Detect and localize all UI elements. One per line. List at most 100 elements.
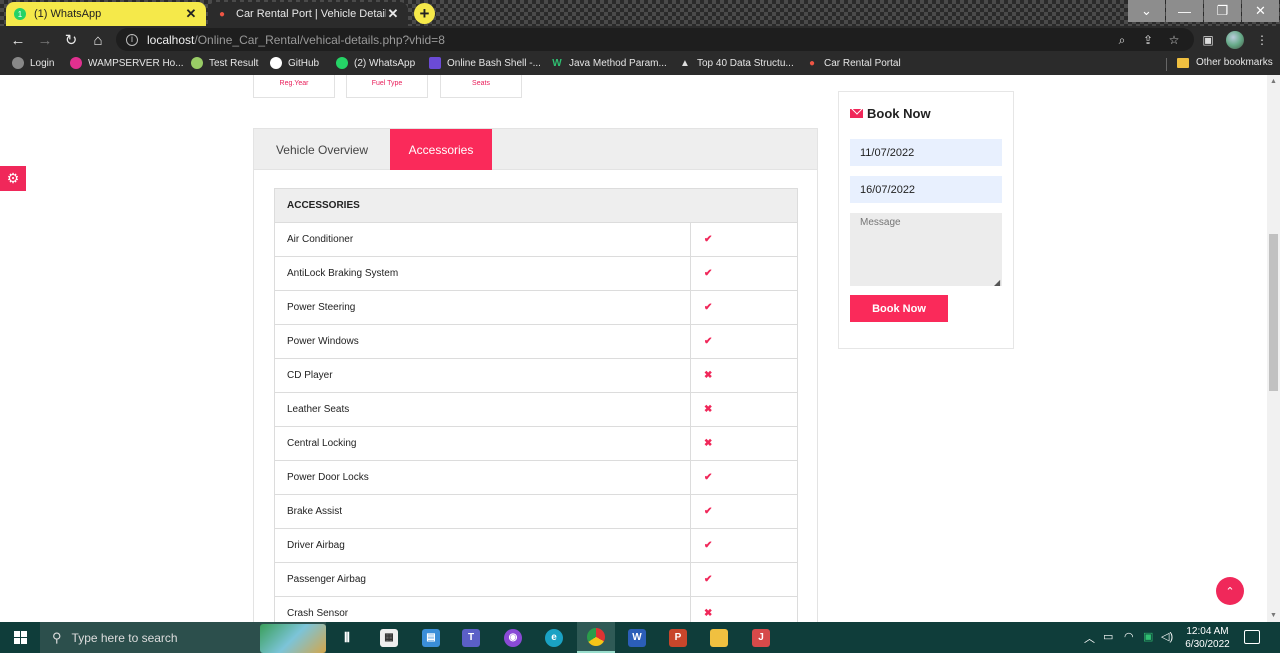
check-icon: ✔ <box>690 528 798 563</box>
tab-car-rental[interactable]: ● Car Rental Port | Vehicle Details ✕ <box>208 2 408 26</box>
close-window-button[interactable]: ✕ <box>1242 0 1279 22</box>
bookmark-test-result[interactable]: Test Result <box>191 57 258 69</box>
cross-icon: ✖ <box>690 358 798 393</box>
tab-vehicle-overview[interactable]: Vehicle Overview <box>254 129 390 170</box>
table-row: Driver Airbag ✔ <box>274 528 798 563</box>
url-path: /Online_Car_Rental/vehical-details.php?v… <box>194 32 445 47</box>
accessory-name: Power Windows <box>274 324 691 359</box>
table-row: Crash Sensor ✖ <box>274 596 798 622</box>
bookmark-wampserver[interactable]: WAMPSERVER Ho... <box>70 57 184 69</box>
page-viewport: Reg.Year Fuel Type Seats Vehicle Overvie… <box>0 75 1267 622</box>
restore-button[interactable]: ❐ <box>1204 0 1241 22</box>
powerpoint-icon[interactable]: P <box>659 622 697 653</box>
book-now-button[interactable]: Book Now <box>850 295 948 322</box>
back-to-top-button[interactable]: ⌃ <box>1216 577 1244 605</box>
star-icon[interactable]: ☆ <box>1166 32 1182 48</box>
notification-icon[interactable] <box>1244 630 1260 644</box>
table-row: Leather Seats ✖ <box>274 392 798 427</box>
vehicle-tabs: Vehicle Overview Accessories <box>253 128 818 170</box>
task-view-icon[interactable]: ⫴ <box>328 622 366 653</box>
folder-icon <box>1177 57 1189 68</box>
to-date-input[interactable] <box>850 176 1002 203</box>
scrollbar-thumb[interactable] <box>1269 234 1278 391</box>
mountain-icon: ▲ <box>680 57 690 69</box>
wamp-icon <box>70 57 82 69</box>
app-launcher-icon[interactable]: J <box>742 622 780 653</box>
from-date-input[interactable] <box>850 139 1002 166</box>
windows-taskbar: ⚲ Type here to search ⫴ ▦ ▤ T ◉ e W P J … <box>0 622 1280 653</box>
minimize-button[interactable]: — <box>1166 0 1203 22</box>
close-icon[interactable]: ✕ <box>386 6 400 22</box>
message-input[interactable] <box>850 213 1002 286</box>
check-icon: ✔ <box>690 324 798 359</box>
file-explorer-icon[interactable] <box>700 622 738 653</box>
table-row: Power Door Locks ✔ <box>274 460 798 495</box>
bookmark-whatsapp[interactable]: (2) WhatsApp <box>336 57 415 69</box>
bookmark-login[interactable]: Login <box>12 57 54 69</box>
tab-search-button[interactable]: ⌄ <box>1128 0 1165 22</box>
app-icon[interactable]: ▤ <box>412 622 450 653</box>
page-scrollbar[interactable]: ▲ ▼ <box>1267 75 1280 622</box>
reload-icon[interactable]: ↻ <box>62 31 80 49</box>
bookmark-data-structures[interactable]: ▲ Top 40 Data Structu... <box>679 57 794 69</box>
tray-app-icon[interactable]: ▣ <box>1143 630 1153 643</box>
other-bookmarks[interactable]: Other bookmarks <box>1177 57 1273 68</box>
gear-icon[interactable]: ⚙ <box>0 166 26 191</box>
profile-avatar[interactable] <box>1226 31 1244 49</box>
back-icon[interactable]: ← <box>9 31 27 49</box>
envelope-icon <box>850 109 863 118</box>
url-host: localhost <box>147 32 195 47</box>
word-icon[interactable]: W <box>618 622 656 653</box>
chrome-icon[interactable] <box>577 622 615 653</box>
taskbar-clock[interactable]: 12:04 AM 6/30/2022 <box>1180 625 1235 651</box>
spec-fuel-type: Fuel Type <box>346 75 428 98</box>
side-panel-icon[interactable]: ▣ <box>1200 32 1216 48</box>
bookmark-bash-shell[interactable]: Online Bash Shell -... <box>429 57 541 69</box>
battery-icon[interactable]: ▭ <box>1103 630 1113 643</box>
info-icon[interactable]: i <box>126 33 138 46</box>
start-button[interactable] <box>0 622 40 653</box>
address-bar[interactable]: i localhost/Online_Car_Rental/vehical-de… <box>116 28 1194 51</box>
volume-icon[interactable]: ◁) <box>1161 630 1173 643</box>
new-tab-button[interactable]: + <box>414 3 435 24</box>
scroll-down-icon[interactable]: ▼ <box>1270 612 1277 619</box>
check-icon: ✔ <box>690 494 798 529</box>
check-icon: ✔ <box>690 460 798 495</box>
search-placeholder: Type here to search <box>71 630 178 645</box>
share-icon[interactable]: ⇪ <box>1140 32 1156 48</box>
home-icon[interactable]: ⌂ <box>89 31 107 49</box>
bookmark-java-method[interactable]: W Java Method Param... <box>551 57 667 69</box>
table-header-row: ACCESSORIES <box>274 188 798 223</box>
table-row: Power Steering ✔ <box>274 290 798 325</box>
store-icon[interactable]: ▦ <box>370 622 408 653</box>
scroll-up-icon[interactable]: ▲ <box>1270 78 1277 85</box>
close-icon[interactable]: ✕ <box>184 6 198 22</box>
browser-toolbar: ← → ↻ ⌂ i localhost/Online_Car_Rental/ve… <box>0 26 1280 53</box>
table-row: Air Conditioner ✔ <box>274 222 798 257</box>
accessory-name: Passenger Airbag <box>274 562 691 597</box>
accessory-name: Power Door Locks <box>274 460 691 495</box>
taskbar-search[interactable]: ⚲ Type here to search <box>40 622 326 653</box>
test-icon <box>191 57 203 69</box>
menu-icon[interactable]: ⋮ <box>1254 32 1270 48</box>
forward-icon[interactable]: → <box>36 31 54 49</box>
zoom-icon[interactable]: ⌕ <box>1114 32 1130 48</box>
chevron-up-icon[interactable]: ︿ <box>1084 630 1095 646</box>
bookmark-github[interactable]: GitHub <box>270 57 319 69</box>
wifi-icon[interactable]: ◠ <box>1124 630 1134 643</box>
teams-icon[interactable]: T <box>452 622 490 653</box>
cross-icon: ✖ <box>690 596 798 622</box>
table-row: Central Locking ✖ <box>274 426 798 461</box>
tab-accessories[interactable]: Accessories <box>390 129 492 170</box>
bookmark-car-rental[interactable]: ● Car Rental Portal <box>806 57 901 69</box>
edge-icon[interactable]: e <box>535 622 573 653</box>
tab-title: (1) WhatsApp <box>34 8 102 20</box>
github-desktop-icon[interactable]: ◉ <box>494 622 532 653</box>
tab-whatsapp[interactable]: 1 (1) WhatsApp ✕ <box>6 2 206 26</box>
cross-icon: ✖ <box>690 392 798 427</box>
table-row: AntiLock Braking System ✔ <box>274 256 798 291</box>
spec-reg-year: Reg.Year <box>253 75 335 98</box>
check-icon: ✔ <box>690 222 798 257</box>
accessory-name: Crash Sensor <box>274 596 691 622</box>
resize-grip-icon[interactable]: ◢ <box>994 278 1000 287</box>
